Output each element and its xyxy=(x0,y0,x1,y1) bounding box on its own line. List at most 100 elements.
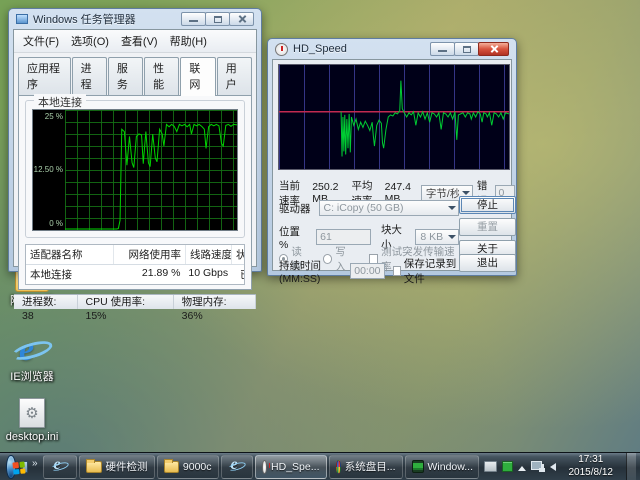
desktop-icon-desktop-ini[interactable]: ⚙ desktop.ini xyxy=(0,398,64,443)
start-button[interactable] xyxy=(6,455,16,479)
y-label-0: 0 % xyxy=(49,219,63,228)
hd-speed-titlebar[interactable]: HD_Speed xyxy=(272,39,512,59)
drive-select[interactable]: C: iCopy (50 GB) xyxy=(319,200,460,216)
cell-network-utilization: 21.89 % xyxy=(113,265,184,284)
minimize-button[interactable] xyxy=(181,12,206,26)
cell-state: 已连接 xyxy=(230,265,244,284)
clock-icon xyxy=(262,460,268,474)
save-log-checkbox[interactable] xyxy=(393,266,401,276)
green-monitor-icon xyxy=(412,460,424,473)
hd-speed-trace xyxy=(341,81,509,157)
chevron-down-icon xyxy=(462,191,470,195)
desktop-icon-label: IE浏览器 xyxy=(10,371,53,383)
taskbar: » e 硬件检测 9000c e HD_Spe... 系统盘目... Windo… xyxy=(0,452,640,480)
internet-explorer-icon: e xyxy=(229,459,245,475)
chevron-down-icon xyxy=(448,206,456,210)
adapter-table-header: 适配器名称 网络使用率 线路速度 状态 xyxy=(26,245,244,265)
pinwheel-icon xyxy=(336,460,341,474)
graph-y-axis: 25 % 12.50 % 0 % xyxy=(33,110,65,230)
folder-icon xyxy=(164,461,179,473)
maximize-button[interactable] xyxy=(454,42,479,56)
window-title: HD_Speed xyxy=(293,43,347,55)
task-manager-window: Windows 任务管理器 文件(F) 选项(O) 查看(V) 帮助(H) 应用… xyxy=(8,8,262,272)
col-link-speed[interactable]: 线路速度 xyxy=(186,245,232,264)
stop-button[interactable]: 停止 xyxy=(459,196,516,214)
duration-field[interactable]: 00:00 xyxy=(350,263,384,279)
cell-link-speed: 10 Gbps xyxy=(184,265,230,284)
taskbar-button-9000c[interactable]: 9000c xyxy=(157,455,219,479)
col-network-utilization[interactable]: 网络使用率 xyxy=(114,245,186,264)
ini-file-icon: ⚙ xyxy=(19,398,45,428)
maximize-button[interactable] xyxy=(205,12,230,26)
col-adapter-name[interactable]: 适配器名称 xyxy=(26,245,114,264)
taskbar-button-ie-pinned[interactable]: e xyxy=(43,455,77,479)
tab-networking[interactable]: 联网 xyxy=(180,57,215,96)
cell-adapter-name: 本地连接 xyxy=(26,265,113,284)
tab-applications[interactable]: 应用程序 xyxy=(18,57,71,95)
tab-users[interactable]: 用户 xyxy=(217,57,252,95)
system-tray: 17:31 2015/8/12 xyxy=(480,453,640,480)
tray-ime-icon[interactable] xyxy=(484,461,497,472)
groupbox-title: 本地连接 xyxy=(34,94,86,110)
taskbar-clock[interactable]: 17:31 2015/8/12 xyxy=(565,454,622,479)
desktop-icon-ie[interactable]: e IE浏览器 xyxy=(0,334,64,383)
table-row[interactable]: 本地连接 21.89 % 10 Gbps 已连接 xyxy=(26,265,244,284)
reset-button[interactable]: 重置 xyxy=(459,218,516,236)
show-desktop-button[interactable] xyxy=(626,453,636,480)
taskbar-button-system-disk[interactable]: 系统盘目... xyxy=(329,455,403,479)
tab-processes[interactable]: 进程 xyxy=(72,57,107,95)
windows-logo-icon xyxy=(12,461,25,474)
menu-help[interactable]: 帮助(H) xyxy=(165,32,212,50)
chevron-down-icon xyxy=(448,235,456,239)
window-title: Windows 任务管理器 xyxy=(33,11,136,27)
minimize-button[interactable] xyxy=(430,42,455,56)
status-bar: 进程数: 38 CPU 使用率: 15% 物理内存: 36% xyxy=(14,294,256,309)
status-cpu-usage: CPU 使用率: 15% xyxy=(78,295,174,309)
chevron-expand-icon[interactable]: » xyxy=(32,458,38,469)
menu-options[interactable]: 选项(O) xyxy=(66,32,114,50)
status-processes: 进程数: 38 xyxy=(14,295,78,309)
tab-strip: 应用程序 进程 服务 性能 联网 用户 xyxy=(14,53,256,95)
status-physical-memory: 物理内存: 36% xyxy=(174,295,256,309)
internet-explorer-icon: e xyxy=(14,334,50,368)
networking-tab-panel: 本地连接 25 % 12.50 % 0 % xyxy=(18,95,252,290)
task-manager-titlebar[interactable]: Windows 任务管理器 xyxy=(13,9,257,29)
y-label-12-50: 12.50 % xyxy=(34,165,63,174)
taskbar-button-task-manager[interactable]: Window... xyxy=(405,455,479,479)
block-size-select[interactable]: 8 KB xyxy=(415,229,459,245)
disk-speed-graph xyxy=(278,64,510,170)
tray-hidden-icons-icon[interactable] xyxy=(518,466,526,471)
tab-services[interactable]: 服务 xyxy=(108,57,143,95)
col-state[interactable]: 状态 xyxy=(232,245,244,264)
position-field[interactable]: 61 xyxy=(316,229,371,245)
task-manager-window-icon xyxy=(16,14,28,24)
hd-speed-window: HD_Speed 当前速率 250.2 MB 平均速率 247.4 MB xyxy=(267,38,517,276)
menu-file[interactable]: 文件(F) xyxy=(18,32,64,50)
y-label-25: 25 % xyxy=(45,112,63,121)
exit-button[interactable]: 退出 xyxy=(459,254,516,272)
local-connection-groupbox: 本地连接 25 % 12.50 % 0 % xyxy=(25,100,245,238)
desktop: 附送工具 e IE浏览器 ⚙ desktop.ini Windows 任务管理器… xyxy=(0,0,640,480)
network-usage-trace xyxy=(65,124,237,229)
taskbar-button-hd-speed[interactable]: HD_Spe... xyxy=(255,455,327,479)
menu-bar: 文件(F) 选项(O) 查看(V) 帮助(H) xyxy=(14,30,256,53)
hd-speed-window-icon xyxy=(275,43,288,56)
duration-label: 持续时间 (MM:SS) xyxy=(279,258,346,285)
clock-date: 2015/8/12 xyxy=(569,467,614,480)
clock-time: 17:31 xyxy=(569,454,614,467)
close-button[interactable] xyxy=(229,12,254,26)
network-usage-graph: 25 % 12.50 % 0 % xyxy=(32,109,238,231)
drive-label: 驱动器 xyxy=(279,201,311,216)
close-button[interactable] xyxy=(478,42,509,56)
internet-explorer-icon: e xyxy=(52,459,68,475)
network-usage-plot xyxy=(65,110,237,230)
desktop-icon-label: desktop.ini xyxy=(6,431,59,443)
folder-icon xyxy=(86,461,102,473)
taskbar-button-ie-window[interactable]: e xyxy=(221,455,253,479)
tray-volume-icon[interactable] xyxy=(550,463,556,471)
adapter-table: 适配器名称 网络使用率 线路速度 状态 本地连接 21.89 % 10 Gbps… xyxy=(25,244,245,285)
tab-performance[interactable]: 性能 xyxy=(144,57,179,95)
tray-task-manager-icon[interactable] xyxy=(502,461,513,472)
taskbar-button-hardware-check[interactable]: 硬件检测 xyxy=(79,455,155,479)
menu-view[interactable]: 查看(V) xyxy=(116,32,163,50)
